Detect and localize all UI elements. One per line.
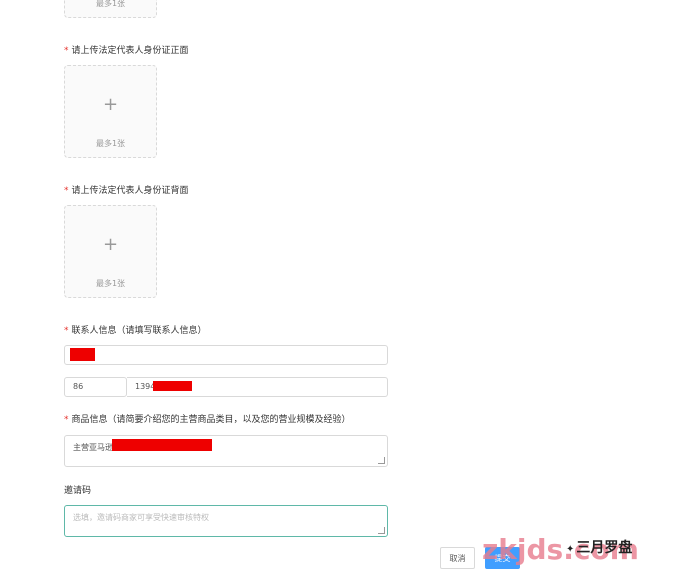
plus-icon: + [102, 94, 119, 115]
contact-name-input[interactable] [64, 345, 388, 365]
invite-textarea[interactable]: 选填，邀请码商家可享受快速审核特权 [64, 505, 388, 537]
required-mark: * [64, 46, 69, 56]
upload-hint: 最多1张 [95, 279, 126, 288]
upload-hint: 最多1张 [95, 0, 126, 8]
resize-grip-icon[interactable] [378, 457, 385, 464]
invite-label: 邀请码 [64, 486, 92, 496]
required-mark: * [64, 415, 69, 425]
cancel-button[interactable]: 取消 [440, 547, 475, 569]
id-front-label: * 请上传法定代表人身份证正面 [64, 46, 189, 56]
wechat-watermark: ✦ 三月罗盘 [566, 540, 633, 556]
redaction-block [153, 381, 192, 391]
country-code-input[interactable]: 86 [64, 377, 127, 397]
id-back-label: * 请上传法定代表人身份证背面 [64, 186, 189, 196]
redaction-block [112, 439, 212, 451]
upload-id-back[interactable]: + 最多1张 [64, 205, 157, 298]
wechat-icon: ✦ [566, 544, 575, 555]
contact-label: * 联系人信息（请填写联系人信息） [64, 326, 207, 336]
upload-id-front[interactable]: + 最多1张 [64, 65, 157, 158]
redaction-block [70, 348, 95, 361]
required-mark: * [64, 326, 69, 336]
resize-grip-icon[interactable] [378, 527, 385, 534]
required-mark: * [64, 186, 69, 196]
upload-hint: 最多1张 [95, 139, 126, 148]
product-label: * 商品信息（请简要介绍您的主营商品类目，以及您的营业规模及经验） [64, 415, 351, 425]
plus-icon: + [102, 234, 119, 255]
upload-box-top[interactable]: 最多1张 [64, 0, 157, 18]
